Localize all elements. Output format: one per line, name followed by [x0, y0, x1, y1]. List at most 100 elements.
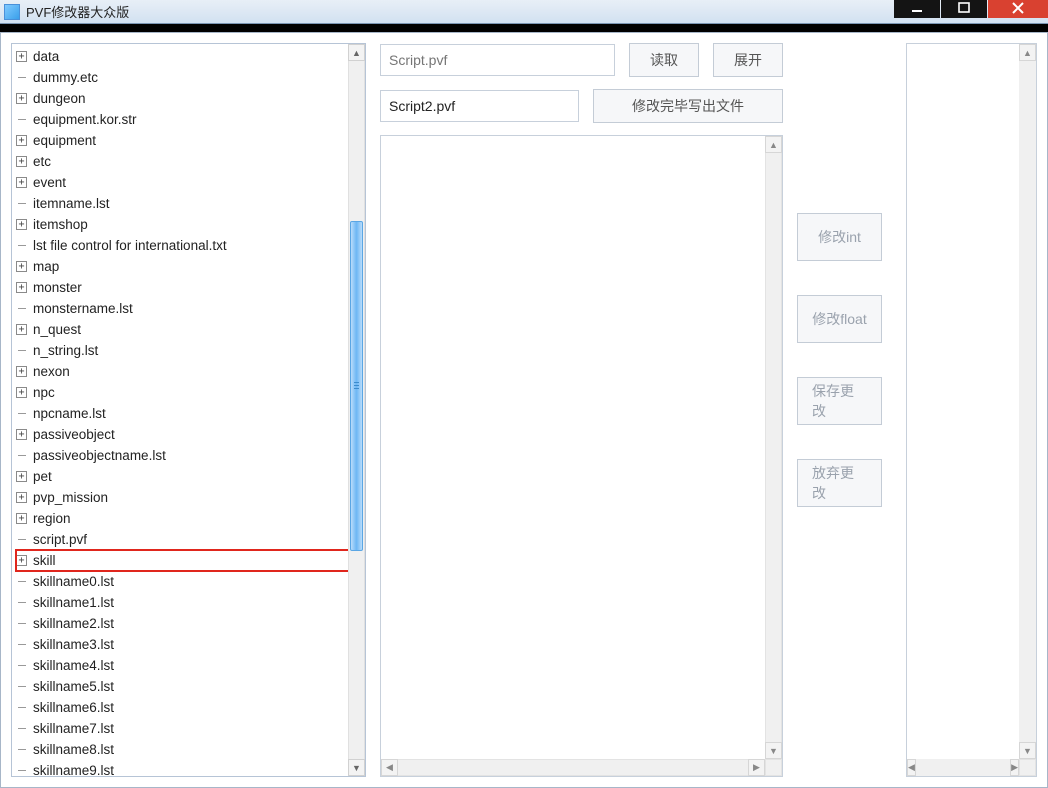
modify-int-button[interactable]: 修改int [797, 213, 882, 261]
tree-node[interactable]: itemname.lst [16, 193, 361, 214]
modify-float-button[interactable]: 修改float [797, 295, 882, 343]
tree-node[interactable]: n_string.lst [16, 340, 361, 361]
tree-node-label: npcname.lst [31, 403, 108, 424]
tree-node[interactable]: +monster [16, 277, 361, 298]
scroll-right-icon[interactable]: ▶ [748, 759, 765, 776]
expand-toggle-icon[interactable]: + [16, 324, 27, 335]
tree-node[interactable]: skillname1.lst [16, 592, 361, 613]
scroll-down-icon[interactable]: ▼ [348, 759, 365, 776]
tree-node[interactable]: skillname2.lst [16, 613, 361, 634]
window-title: PVF修改器大众版 [26, 2, 129, 21]
scroll-up-icon[interactable]: ▲ [765, 136, 782, 153]
tree-node[interactable]: lst file control for international.txt [16, 235, 361, 256]
expand-toggle-icon[interactable]: + [16, 429, 27, 440]
tree-node[interactable]: +skill [16, 550, 361, 571]
file-tree[interactable]: +datadummy.etc+dungeonequipment.kor.str+… [12, 44, 365, 777]
tree-node[interactable]: passiveobjectname.lst [16, 445, 361, 466]
read-button[interactable]: 读取 [629, 43, 699, 77]
tree-node[interactable]: +npc [16, 382, 361, 403]
tree-node-label: data [31, 46, 61, 67]
preview-vscroll[interactable]: ▲ ▼ [1019, 44, 1036, 759]
minimize-button[interactable] [894, 0, 940, 18]
tree-node[interactable]: skillname6.lst [16, 697, 361, 718]
expand-toggle-icon[interactable]: + [16, 492, 27, 503]
editor-hscroll[interactable]: ◀ ▶ [381, 759, 765, 776]
tree-node[interactable]: script.pvf [16, 529, 361, 550]
scroll-thumb[interactable] [350, 221, 363, 551]
tree-node-label: skillname9.lst [31, 760, 116, 777]
tree-node[interactable]: +region [16, 508, 361, 529]
tree-node[interactable]: +pet [16, 466, 361, 487]
tree-node-label: skillname4.lst [31, 655, 116, 676]
expand-toggle-icon[interactable]: + [16, 156, 27, 167]
expand-toggle-icon[interactable]: + [16, 261, 27, 272]
expand-toggle-icon[interactable]: + [16, 51, 27, 62]
tree-node[interactable]: equipment.kor.str [16, 109, 361, 130]
close-button[interactable] [988, 0, 1048, 18]
maximize-button[interactable] [941, 0, 987, 18]
scroll-down-icon[interactable]: ▼ [765, 742, 782, 759]
tree-node[interactable]: +dungeon [16, 88, 361, 109]
tree-node[interactable]: +equipment [16, 130, 361, 151]
tree-node[interactable]: +etc [16, 151, 361, 172]
expand-toggle-icon[interactable]: + [16, 471, 27, 482]
tree-node[interactable]: npcname.lst [16, 403, 361, 424]
write-file-button[interactable]: 修改完毕写出文件 [593, 89, 783, 123]
editor-vscroll[interactable]: ▲ ▼ [765, 136, 782, 759]
scroll-left-icon[interactable]: ◀ [907, 759, 916, 776]
tree-node[interactable]: skillname5.lst [16, 676, 361, 697]
tree-node[interactable]: +n_quest [16, 319, 361, 340]
script1-input[interactable] [380, 44, 615, 76]
tree-node[interactable]: skillname8.lst [16, 739, 361, 760]
tree-node[interactable]: +nexon [16, 361, 361, 382]
tree-node[interactable]: skillname7.lst [16, 718, 361, 739]
scroll-up-icon[interactable]: ▲ [1019, 44, 1036, 61]
expand-toggle-icon[interactable]: + [16, 555, 27, 566]
tree-node[interactable]: skillname9.lst [16, 760, 361, 777]
scroll-track[interactable] [348, 61, 365, 759]
tree-node[interactable]: +event [16, 172, 361, 193]
tree-node[interactable]: + data [16, 46, 361, 67]
expand-toggle-icon[interactable]: + [16, 93, 27, 104]
tree-node[interactable]: +pvp_mission [16, 487, 361, 508]
tree-node[interactable]: skillname4.lst [16, 655, 361, 676]
tree-node-label: n_string.lst [31, 340, 100, 361]
scroll-down-icon[interactable]: ▼ [1019, 742, 1036, 759]
text-editor[interactable]: ▲ ▼ ◀ ▶ [380, 135, 783, 777]
save-changes-button[interactable]: 保存更改 [797, 377, 882, 425]
preview-pane: ▲ ▼ ◀ ▶ [906, 43, 1037, 777]
expand-button[interactable]: 展开 [713, 43, 783, 77]
scroll-right-icon[interactable]: ▶ [1010, 759, 1019, 776]
script2-input[interactable] [380, 90, 579, 122]
app-icon [4, 4, 20, 20]
tree-node-label: itemshop [31, 214, 90, 235]
leaf-marker-icon [16, 576, 27, 587]
leaf-marker-icon [16, 114, 27, 125]
leaf-marker-icon [16, 450, 27, 461]
discard-changes-button[interactable]: 放弃更改 [797, 459, 882, 507]
tree-node[interactable]: dummy.etc [16, 67, 361, 88]
editor-scroll-corner [765, 759, 782, 776]
tree-node-label: map [31, 256, 61, 277]
tree-node[interactable]: + map [16, 256, 361, 277]
expand-toggle-icon[interactable]: + [16, 387, 27, 398]
tree-node-label: skillname5.lst [31, 676, 116, 697]
expand-toggle-icon[interactable]: + [16, 513, 27, 524]
tree-node[interactable]: skillname0.lst [16, 571, 361, 592]
tree-node[interactable]: + itemshop [16, 214, 361, 235]
scroll-up-icon[interactable]: ▲ [348, 44, 365, 61]
expand-toggle-icon[interactable]: + [16, 282, 27, 293]
expand-toggle-icon[interactable]: + [16, 177, 27, 188]
tree-node[interactable]: skillname3.lst [16, 634, 361, 655]
tree-node[interactable]: monstername.lst [16, 298, 361, 319]
tree-scrollbar[interactable]: ▲ ▼ [348, 44, 365, 776]
scroll-left-icon[interactable]: ◀ [381, 759, 398, 776]
leaf-marker-icon [16, 618, 27, 629]
expand-toggle-icon[interactable]: + [16, 135, 27, 146]
expand-toggle-icon[interactable]: + [16, 366, 27, 377]
titlebar[interactable]: PVF修改器大众版 [0, 0, 1048, 24]
tree-node[interactable]: +passiveobject [16, 424, 361, 445]
preview-hscroll[interactable]: ◀ ▶ [907, 759, 1019, 776]
tree-node-label: itemname.lst [31, 193, 112, 214]
expand-toggle-icon[interactable]: + [16, 219, 27, 230]
